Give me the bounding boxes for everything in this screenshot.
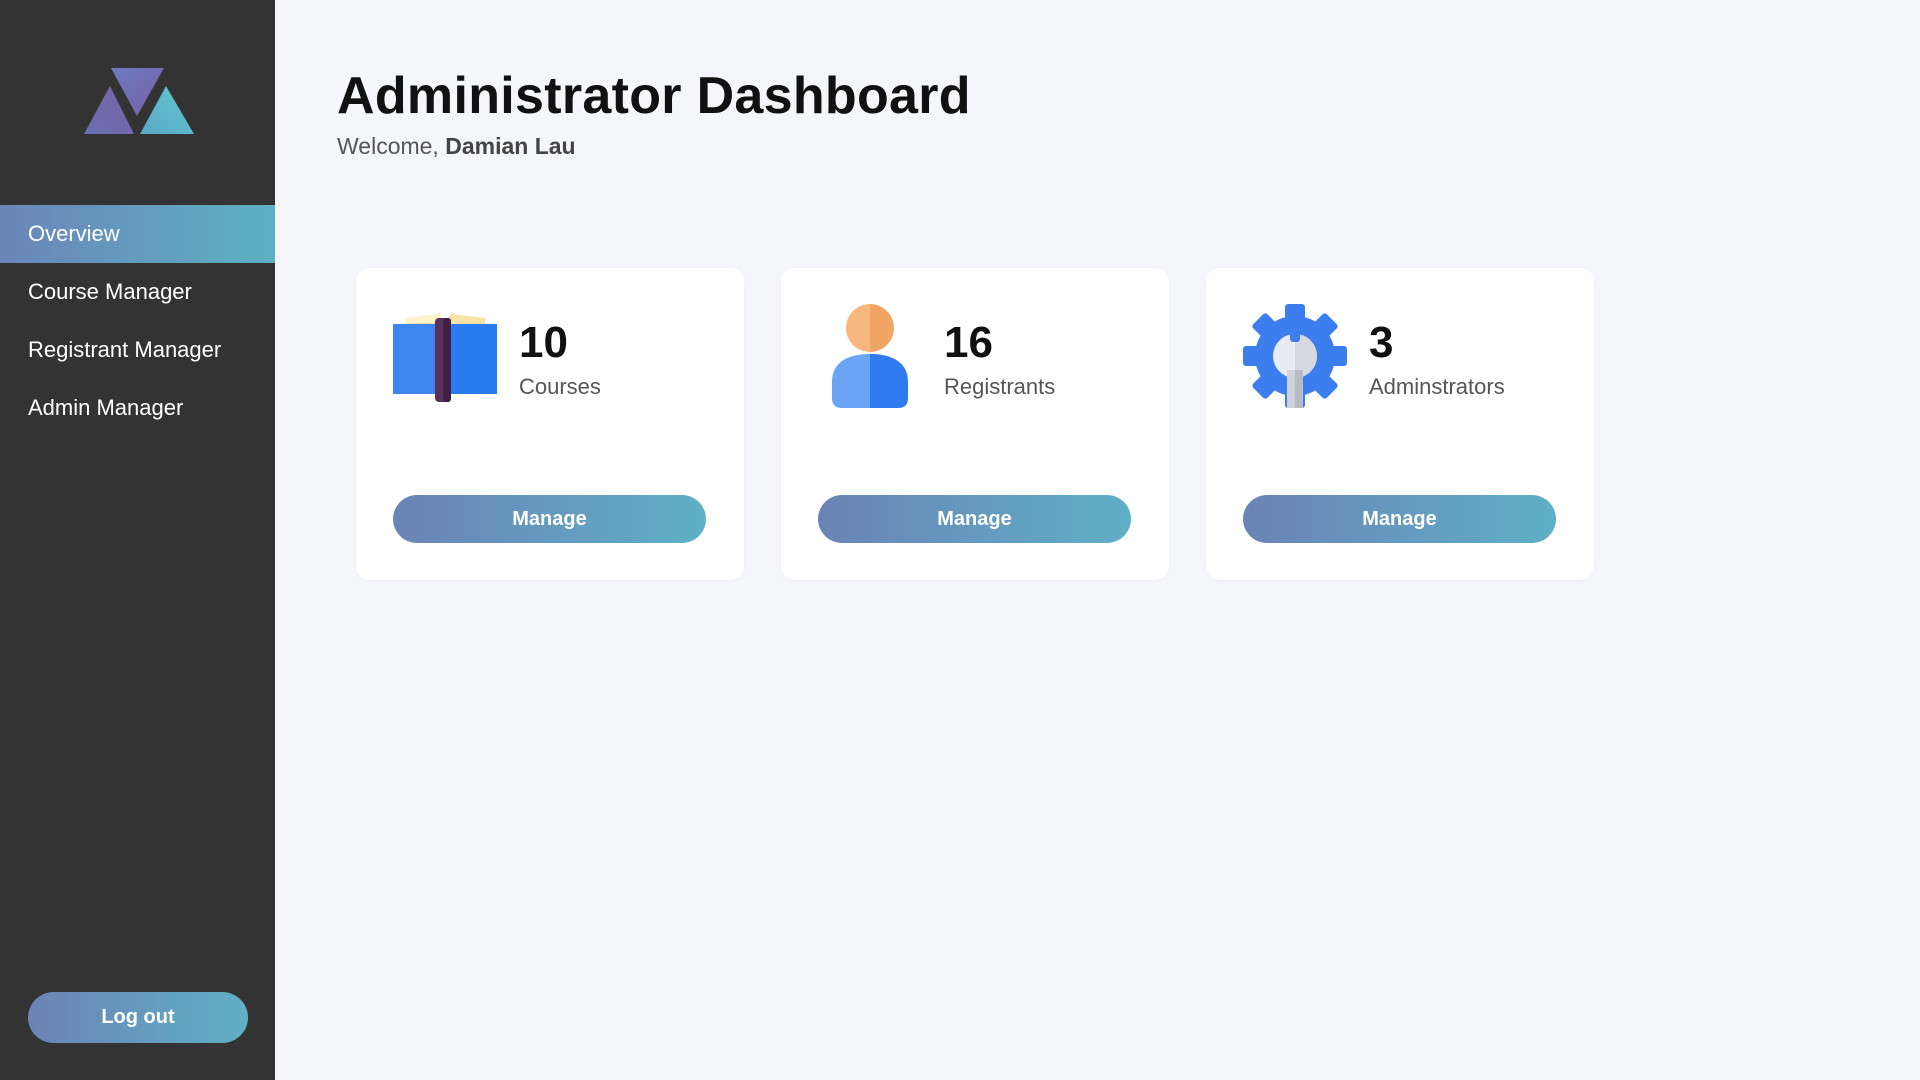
sidebar-item-admin-manager[interactable]: Admin Manager xyxy=(0,379,275,437)
welcome-prefix: Welcome, xyxy=(337,133,446,159)
registrants-label: Registrants xyxy=(944,374,1056,399)
manage-administrators-button[interactable]: Manage xyxy=(1243,495,1556,543)
sidebar-item-course-manager[interactable]: Course Manager xyxy=(0,263,275,321)
sidebar-nav: Overview Course Manager Registrant Manag… xyxy=(0,205,275,437)
registrants-card: 16 Registrants Manage xyxy=(781,268,1169,580)
stats-cards: 10 Courses Manage 16 Registrants Manage xyxy=(356,268,1594,580)
sidebar-item-registrant-manager[interactable]: Registrant Manager xyxy=(0,321,275,379)
user-icon xyxy=(832,304,908,408)
courses-label: Courses xyxy=(519,374,601,399)
sidebar-item-overview[interactable]: Overview xyxy=(0,205,275,263)
registrants-count: 16 xyxy=(944,318,993,367)
page-title: Administrator Dashboard xyxy=(337,67,971,125)
administrators-count: 3 xyxy=(1369,318,1394,367)
manage-courses-button[interactable]: Manage xyxy=(393,495,706,543)
main-content: Administrator Dashboard Welcome, Damian … xyxy=(275,0,1920,1080)
logout-button[interactable]: Log out xyxy=(28,992,248,1043)
welcome-message: Welcome, Damian Lau xyxy=(337,133,576,160)
sidebar: Overview Course Manager Registrant Manag… xyxy=(0,0,275,1080)
user-name: Damian Lau xyxy=(445,133,576,159)
administrators-label: Adminstrators xyxy=(1369,374,1505,399)
administrators-card: 3 Adminstrators Manage xyxy=(1206,268,1594,580)
book-icon xyxy=(393,314,497,402)
manage-registrants-button[interactable]: Manage xyxy=(818,495,1131,543)
gear-wrench-icon xyxy=(1243,304,1347,408)
courses-count: 10 xyxy=(519,318,568,367)
triangle-logo-icon[interactable] xyxy=(84,68,194,134)
courses-card: 10 Courses Manage xyxy=(356,268,744,580)
app-root: Overview Course Manager Registrant Manag… xyxy=(0,0,1920,1080)
